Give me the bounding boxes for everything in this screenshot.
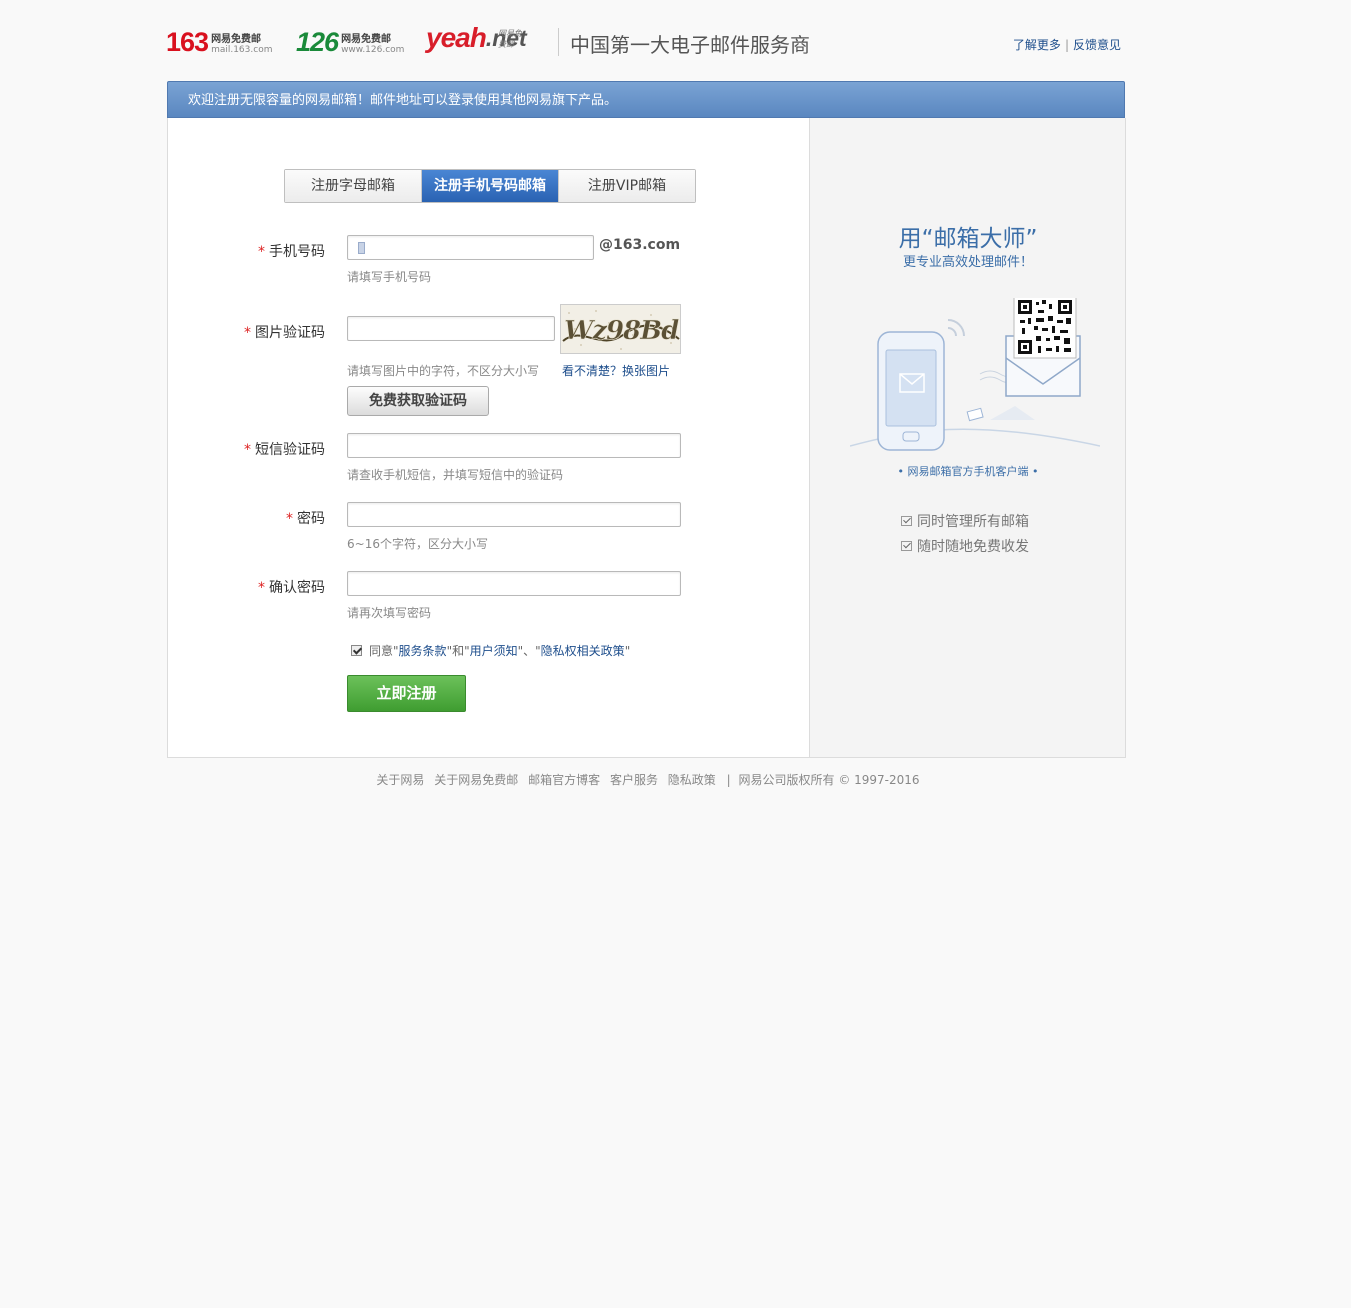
check-icon	[901, 516, 912, 526]
footer-link-customer-service[interactable]: 客户服务	[610, 773, 658, 787]
get-sms-code-button[interactable]: 免费获取验证码	[347, 386, 489, 416]
agree-checkbox[interactable]	[351, 645, 362, 656]
logo-yeah[interactable]: yeah .net 网易免费邮	[426, 24, 527, 52]
required-star: *	[244, 325, 251, 341]
sms-code-input[interactable]	[347, 433, 681, 458]
password-input[interactable]	[347, 502, 681, 527]
footer-link-privacy[interactable]: 隐私政策	[668, 773, 716, 787]
captcha-hint: 请填写图片中的字符，不区分大小写	[347, 364, 540, 378]
password-label: * 密码	[286, 508, 325, 528]
agreement: 同意 " 服务条款 "和" 用户须知 "、" 隐私权相关政策 "	[351, 642, 630, 659]
sms-label: * 短信验证码	[244, 439, 325, 459]
register-button[interactable]: 立即注册	[347, 675, 466, 712]
confirm-password-input[interactable]	[347, 571, 681, 596]
agree-quote-2: "和"	[446, 644, 470, 658]
logo-yeah-tag: 网易免费邮	[498, 29, 522, 49]
page: 163 网易免费邮 mail.163.com 126 网易免费邮 www.126…	[0, 0, 1351, 1308]
feature-text: 同时管理所有邮箱	[917, 514, 1029, 530]
tab-letter-mailbox[interactable]: 注册字母邮箱	[285, 170, 422, 202]
phone-input[interactable]	[347, 235, 594, 260]
feature-item: 随时随地免费收发	[901, 536, 1029, 556]
register-tabs: 注册字母邮箱 注册手机号码邮箱 注册VIP邮箱	[284, 169, 696, 203]
required-star: *	[286, 511, 293, 527]
privacy-policy-link[interactable]: 隐私权相关政策	[541, 642, 625, 659]
logo-yeah-word: yeah	[426, 22, 487, 53]
header-link-separator: |	[1064, 38, 1069, 52]
sms-hint: 请查收手机短信，并填写短信中的验证码	[347, 468, 564, 482]
logo-163-caption: 网易免费邮 mail.163.com	[211, 34, 272, 56]
header: 163 网易免费邮 mail.163.com 126 网易免费邮 www.126…	[166, 24, 1126, 68]
terms-link[interactable]: 服务条款	[399, 642, 447, 659]
captcha-image[interactable]: Wz98Bd	[560, 304, 681, 354]
tab-mobile-mailbox[interactable]: 注册手机号码邮箱	[422, 170, 559, 202]
agree-quote-4: "	[624, 643, 631, 658]
password-hint: 6~16个字符，区分大小写	[347, 537, 488, 551]
header-slogan: 中国第一大电子邮件服务商	[570, 33, 810, 57]
learn-more-link[interactable]: 了解更多	[1013, 38, 1061, 52]
phone-envelope-illustration	[850, 298, 1100, 451]
required-star: *	[244, 442, 251, 458]
phone-domain-suffix: @163.com	[599, 237, 681, 253]
logo-126-cn: 网易免费邮	[341, 34, 392, 45]
footer-link-blog[interactable]: 邮箱官方博客	[528, 773, 600, 787]
logo-163-en: mail.163.com	[211, 45, 273, 55]
agree-quote-3: "、"	[517, 644, 541, 658]
captcha-input[interactable]	[347, 316, 555, 341]
required-star: *	[258, 244, 265, 260]
captcha-label: * 图片验证码	[244, 322, 325, 342]
logo-163[interactable]: 163 网易免费邮 mail.163.com	[166, 28, 272, 56]
logo-126-en: www.126.com	[341, 45, 405, 55]
text-cursor-icon	[358, 242, 365, 254]
promo-subtitle: 更专业高效处理邮件！	[902, 255, 1033, 270]
logo-126-number: 126	[296, 27, 339, 57]
confirm-label: * 确认密码	[258, 577, 325, 597]
agree-prefix: 同意	[369, 644, 394, 658]
confirm-label-text: 确认密码	[269, 580, 325, 596]
phone-hint: 请填写手机号码	[347, 270, 432, 284]
tab-vip-mailbox[interactable]: 注册VIP邮箱	[559, 170, 695, 202]
feature-item: 同时管理所有邮箱	[901, 511, 1029, 531]
sidebar-promo: 用“邮箱大师” 更专业高效处理邮件！ • 网易邮箱官方手机客户端 • 同时管理所…	[809, 118, 1125, 757]
logo-163-cn: 网易免费邮	[211, 34, 262, 45]
client-label: • 网易邮箱官方手机客户端 •	[897, 465, 1039, 478]
footer-separator: |	[726, 773, 731, 787]
sms-label-text: 短信验证码	[255, 442, 325, 458]
phone-label: * 手机号码	[258, 241, 325, 261]
register-panel: 注册字母邮箱 注册手机号码邮箱 注册VIP邮箱 * 手机号码 @163.com 请…	[167, 118, 1126, 758]
logo-163-number: 163	[166, 27, 209, 57]
check-icon	[901, 541, 912, 551]
password-label-text: 密码	[297, 511, 325, 527]
promo-title: 用“邮箱大师”	[898, 226, 1038, 252]
captcha-label-text: 图片验证码	[255, 325, 325, 341]
confirm-hint: 请再次填写密码	[347, 606, 432, 620]
logo-126-caption: 网易免费邮 www.126.com	[341, 34, 404, 56]
logo-126[interactable]: 126 网易免费邮 www.126.com	[296, 28, 404, 56]
header-links: 了解更多 | 反馈意见	[1013, 36, 1121, 53]
feedback-link[interactable]: 反馈意见	[1073, 38, 1121, 52]
captcha-noise-icon: Wz98Bd	[562, 310, 680, 350]
user-notice-link[interactable]: 用户须知	[470, 642, 518, 659]
footer-link-about-free-mail[interactable]: 关于网易免费邮	[434, 773, 518, 787]
phone-label-text: 手机号码	[269, 244, 325, 260]
footer-link-about-netease[interactable]: 关于网易	[376, 773, 424, 787]
captcha-text: Wz98Bd	[564, 316, 679, 346]
copyright: 网易公司版权所有 © 1997-2016	[738, 773, 920, 787]
required-star: *	[258, 580, 265, 596]
feature-text: 随时随地免费收发	[917, 539, 1029, 555]
refresh-captcha-link[interactable]: 看不清楚？换张图片	[562, 362, 670, 379]
footer: 关于网易 关于网易免费邮 邮箱官方博客 客户服务 隐私政策 | 网易公司版权所有…	[0, 771, 1293, 788]
welcome-banner: 欢迎注册无限容量的网易邮箱！邮件地址可以登录使用其他网易旗下产品。	[167, 81, 1125, 118]
header-divider	[558, 28, 559, 56]
